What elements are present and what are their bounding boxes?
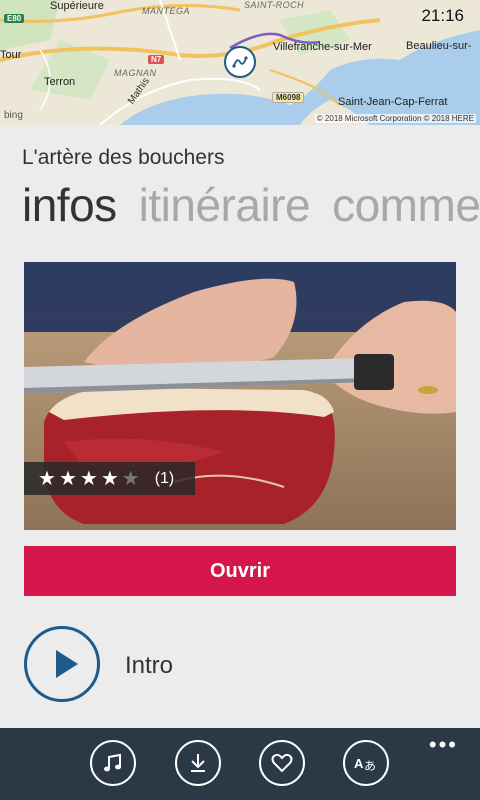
tab-infos[interactable]: infos	[22, 179, 117, 231]
favorite-button[interactable]	[259, 740, 305, 786]
star-empty-icon: ★	[121, 467, 140, 490]
map-copyright: © 2018 Microsoft Corporation © 2018 HERE	[314, 114, 476, 123]
map-label: Tour	[0, 49, 22, 61]
star-icon: ★	[79, 467, 98, 490]
open-button[interactable]: Ouvrir	[24, 546, 456, 596]
heart-icon	[271, 753, 293, 773]
map-label: SAINT-ROCH	[244, 0, 305, 10]
rating-bar: ★ ★ ★ ★ ★ (1)	[24, 462, 195, 495]
translate-icon: A あ	[354, 756, 376, 773]
route-icon	[232, 56, 248, 68]
road-badge: E80	[4, 14, 25, 23]
tab-commentaires[interactable]: comme	[332, 179, 480, 231]
translate-button[interactable]: A あ	[343, 740, 389, 786]
star-icon: ★	[100, 467, 119, 490]
pivot-header: infos itinéraire comme	[22, 178, 480, 232]
route-pin[interactable]	[224, 46, 256, 78]
bing-logo: bing	[4, 110, 23, 121]
tab-itineraire[interactable]: itinéraire	[139, 179, 311, 231]
music-button[interactable]	[90, 740, 136, 786]
audio-label: Intro	[125, 652, 174, 679]
svg-text:あ: あ	[364, 759, 376, 773]
play-icon	[56, 650, 78, 678]
road-badge: N7	[148, 55, 165, 64]
play-button[interactable]	[24, 626, 100, 702]
map-label: Saint-Jean-Cap-Ferrat	[338, 96, 448, 108]
status-time: 21:16	[421, 6, 464, 25]
map-label: Beaulieu-sur-	[406, 40, 472, 52]
map-label: Terron	[44, 76, 76, 88]
star-icon: ★	[58, 467, 77, 490]
svg-text:A: A	[354, 756, 364, 771]
rating-count: (1)	[154, 469, 175, 487]
map-label: Supérieure	[50, 0, 104, 12]
road-badge: M6098	[272, 92, 305, 103]
map-label: Villefranche-sur-Mer	[273, 41, 372, 53]
page-title: L'artère des bouchers	[22, 146, 225, 169]
download-icon	[191, 754, 205, 772]
map[interactable]: Supérieure MANTEGA SAINT-ROCH Tour Ville…	[0, 0, 480, 125]
app-bar: A あ •••	[0, 728, 480, 800]
map-label: MANTEGA	[142, 6, 191, 16]
star-icon: ★	[38, 467, 56, 490]
map-label: MAGNAN	[114, 68, 157, 78]
music-icon	[104, 753, 121, 772]
download-button[interactable]	[175, 740, 221, 786]
more-icon[interactable]: •••	[429, 734, 458, 756]
